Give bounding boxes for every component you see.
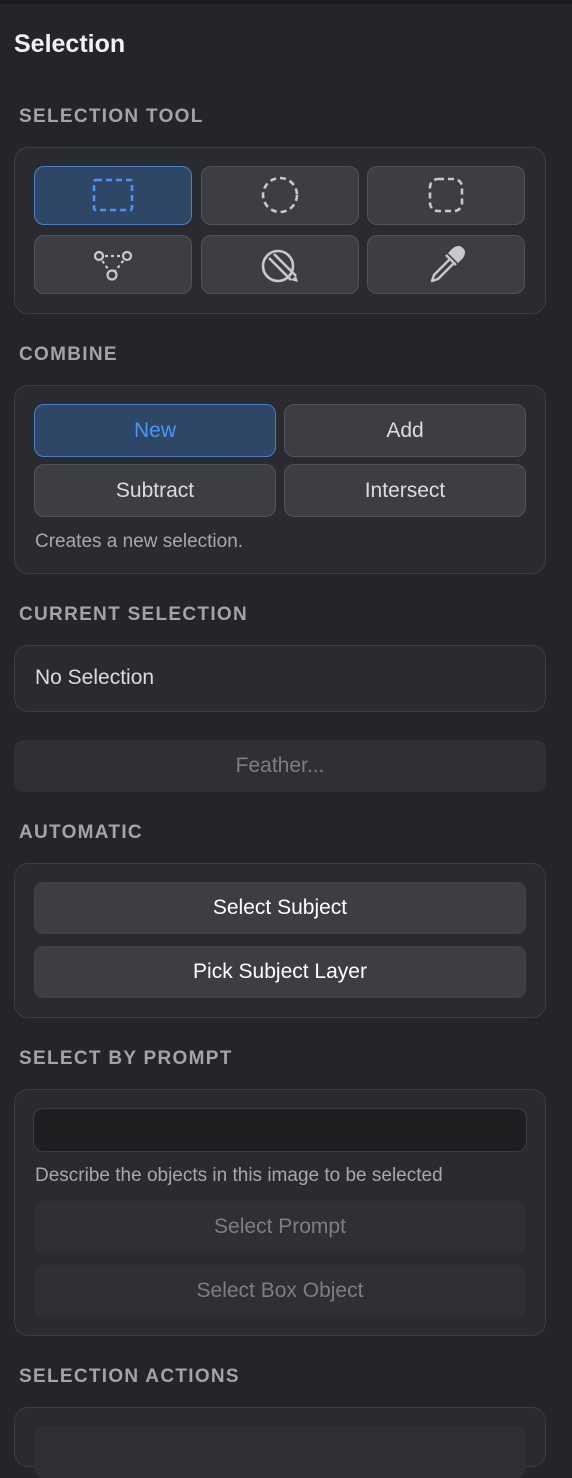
current-selection-value: No Selection <box>35 666 155 689</box>
selection-tool-group <box>14 147 546 314</box>
selection-actions-label: SELECTION ACTIONS <box>19 1366 240 1387</box>
combine-label: COMBINE <box>19 344 118 365</box>
polygon-lasso-tool-button[interactable] <box>34 235 192 294</box>
select-subject-button[interactable]: Select Subject <box>34 882 526 934</box>
combine-group: New Add Subtract Intersect Creates a new… <box>14 385 546 574</box>
automatic-label: AUTOMATIC <box>19 822 143 843</box>
select-by-prompt-group: Describe the objects in this image to be… <box>14 1089 546 1336</box>
selection-tool-label: SELECTION TOOL <box>19 106 204 127</box>
rounded-rectangle-marquee-tool-button[interactable] <box>367 166 525 225</box>
prompt-input[interactable] <box>33 1108 527 1152</box>
combine-intersect-button[interactable]: Intersect <box>284 464 526 517</box>
quick-selection-tool-button[interactable] <box>201 235 359 294</box>
eyedropper-icon <box>430 245 465 282</box>
selection-actions-button[interactable] <box>34 1426 526 1478</box>
feather-button[interactable]: Feather... <box>14 740 546 792</box>
panel-title: Selection <box>14 30 126 58</box>
rounded-rectangle-marquee-icon <box>428 177 464 212</box>
ellipse-marquee-tool-button[interactable] <box>201 166 359 225</box>
select-by-prompt-label: SELECT BY PROMPT <box>19 1048 233 1069</box>
rectangle-marquee-icon <box>92 178 134 211</box>
combine-hint: Creates a new selection. <box>35 531 244 552</box>
current-selection-label: CURRENT SELECTION <box>19 604 248 625</box>
ellipse-marquee-icon <box>261 176 299 213</box>
pick-subject-layer-button[interactable]: Pick Subject Layer <box>34 946 526 998</box>
combine-subtract-button[interactable]: Subtract <box>34 464 276 517</box>
selection-actions-group <box>14 1407 546 1478</box>
panel-top-edge <box>0 0 572 4</box>
automatic-group: Select Subject Pick Subject Layer <box>14 863 546 1018</box>
rectangle-marquee-tool-button[interactable] <box>34 166 192 225</box>
combine-add-button[interactable]: Add <box>284 404 526 457</box>
polygon-lasso-icon <box>93 250 133 281</box>
quick-selection-brush-icon <box>261 249 298 282</box>
current-selection-box: No Selection <box>14 645 546 712</box>
select-prompt-button[interactable]: Select Prompt <box>34 1201 526 1253</box>
eyedropper-tool-button[interactable] <box>367 235 525 294</box>
select-box-object-button[interactable]: Select Box Object <box>34 1265 526 1317</box>
prompt-hint: Describe the objects in this image to be… <box>35 1165 443 1186</box>
combine-new-button[interactable]: New <box>34 404 276 457</box>
